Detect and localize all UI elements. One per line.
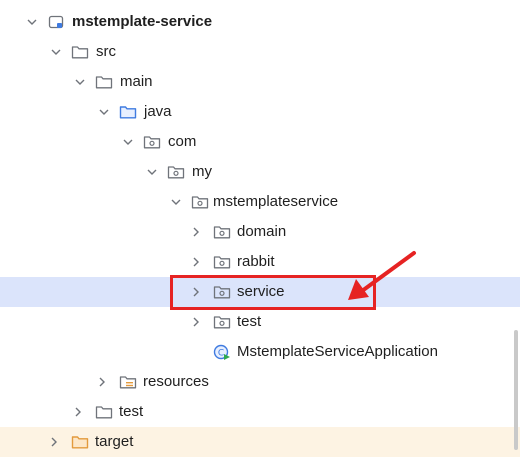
scrollbar-thumb[interactable] bbox=[514, 330, 518, 450]
annotation-arrow-icon bbox=[348, 251, 416, 300]
